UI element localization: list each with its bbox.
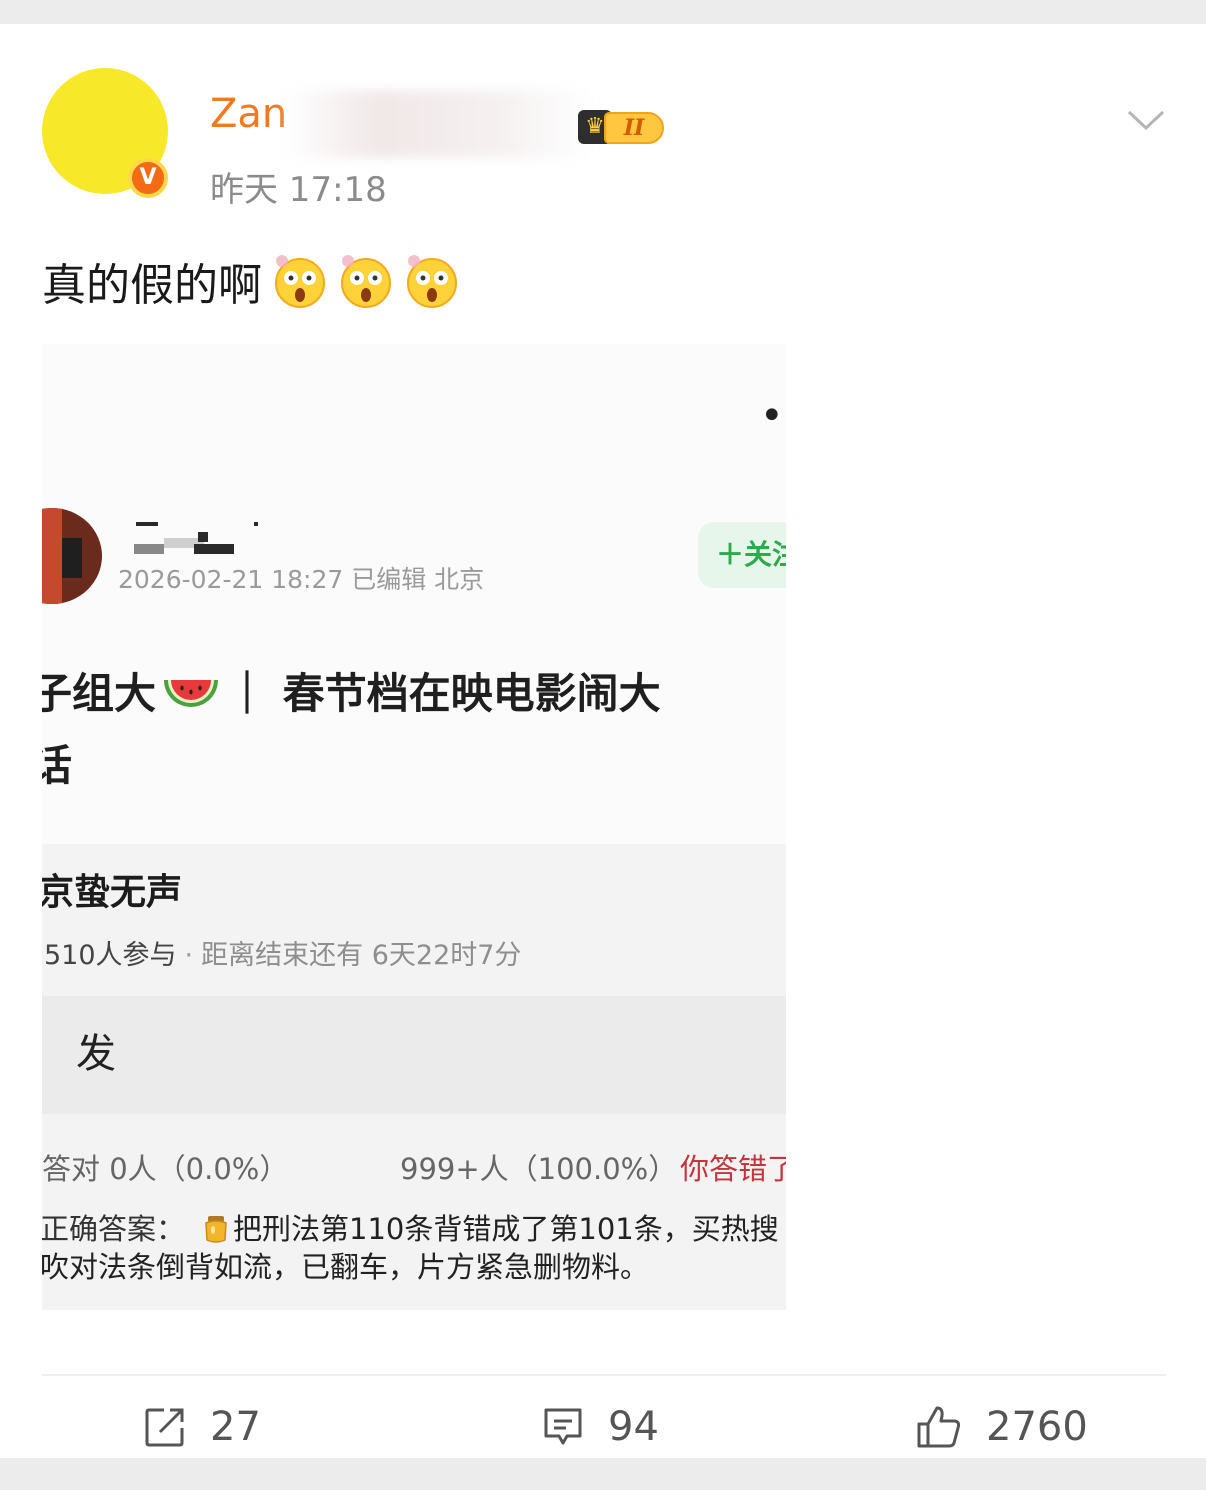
quiz-answer-line1: 把刑法第110条背错成了第101条，买热搜 — [233, 1212, 779, 1246]
repost-count: 27 — [210, 1404, 261, 1450]
embedded-title-part-a: 子组大 — [42, 669, 157, 718]
like-button[interactable]: 2760 — [916, 1396, 1088, 1458]
embedded-avatar — [42, 508, 102, 604]
quiz-stats: 510人参与 · 距离结束还有 6天22时7分 — [44, 940, 522, 971]
quiz-answer: 正确答案： 把刑法第110条背错成了第101条，买热搜 吹对法条倒背如流，已翻车… — [42, 1210, 786, 1286]
top-gap — [0, 0, 1206, 24]
repost-button[interactable]: 27 — [144, 1396, 261, 1458]
weibo-post-card: V Zan ♛ II 昨天 17:18 真的假的啊 • 2026-02-21 1… — [0, 24, 1206, 1458]
quiz-correct-result: 答对 0人（0.0%） — [42, 1152, 289, 1186]
embedded-title: 子组大 ｜ 春节档在映电影闹大 话 — [42, 658, 786, 802]
embedded-title-line2: 话 — [42, 741, 73, 790]
shocked-face-icon — [407, 255, 457, 308]
embedded-meta: 2026-02-21 18:27 已编辑 北京 — [118, 565, 485, 594]
level-badge[interactable]: ♛ II — [578, 108, 674, 148]
shocked-face-icon — [275, 255, 325, 308]
comment-icon — [544, 1408, 582, 1445]
quiz-remaining: 距离结束还有 6天22时7分 — [201, 940, 522, 971]
post-text-content: 真的假的啊 — [42, 260, 262, 311]
quiz-participants: 510人参与 — [44, 940, 177, 971]
level-label: II — [604, 112, 664, 144]
bottom-gap — [0, 1458, 1206, 1490]
comment-count: 94 — [608, 1404, 659, 1450]
honey-jar-icon — [205, 1216, 227, 1243]
quiz-title: 京蛰无声 — [42, 872, 183, 913]
shocked-face-icon — [341, 255, 391, 308]
embedded-title-part-b: ｜ 春节档在映电影闹大 — [226, 669, 661, 718]
quiz-answer-label: 正确答案： — [42, 1212, 186, 1246]
author-name-mosaic — [285, 90, 595, 158]
verified-badge: V — [128, 158, 168, 198]
like-count: 2760 — [986, 1404, 1088, 1450]
quiz-option[interactable]: 发 — [42, 996, 786, 1114]
quiz-wrong-count: 999+人（100.0%） — [400, 1152, 678, 1186]
quiz-card: 京蛰无声 510人参与 · 距离结束还有 6天22时7分 发 答对 0人（0.0%）… — [42, 844, 786, 1310]
follow-button[interactable]: ＋关注 — [698, 522, 786, 588]
more-dots: •• — [760, 393, 786, 439]
thumbs-up-icon — [917, 1406, 961, 1448]
watermelon-icon — [164, 680, 219, 707]
post-timestamp: 昨天 17:18 — [210, 170, 387, 210]
quiz-wrong-tag: 你答错了 — [680, 1152, 786, 1186]
comment-button[interactable]: 94 — [542, 1396, 659, 1458]
embedded-screenshot[interactable]: •• 2026-02-21 18:27 已编辑 北京 ＋关注 子组大 ｜ 春节档… — [42, 344, 786, 1310]
chevron-down-icon[interactable] — [1126, 104, 1166, 134]
quiz-result: 答对 0人（0.0%） 999+人（100.0%） 你答错了 — [42, 1144, 786, 1194]
footer-divider — [42, 1374, 1166, 1376]
quiz-answer-line2: 吹对法条倒背如流，已翻车，片方紧急删物料。 — [42, 1250, 650, 1284]
repost-icon — [145, 1408, 184, 1447]
quiz-option-label: 发 — [76, 1031, 116, 1077]
embedded-name-mosaic — [132, 514, 258, 554]
post-text: 真的假的啊 — [42, 246, 460, 316]
